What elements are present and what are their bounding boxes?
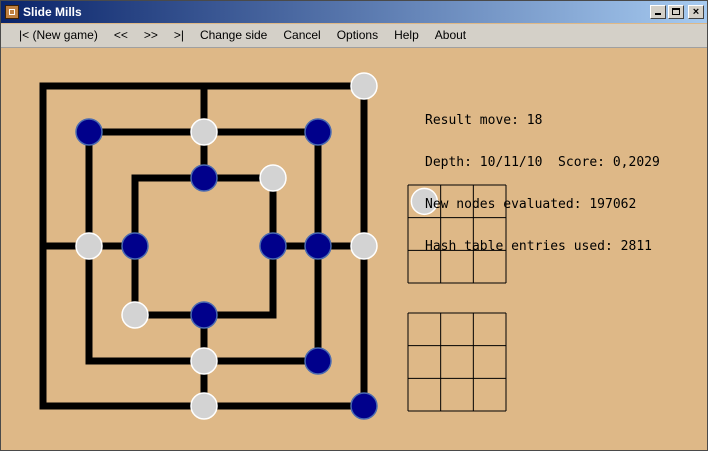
piece-white[interactable]: [190, 392, 218, 420]
nodes-evaluated: New nodes evaluated: 197062: [425, 197, 637, 212]
piece-blue[interactable]: [304, 347, 332, 375]
engine-info: Result move: 18 Depth: 10/11/10 Score: 0…: [425, 86, 660, 268]
piece-white[interactable]: [350, 72, 378, 100]
piece-blue[interactable]: [121, 232, 149, 260]
piece-white[interactable]: [350, 232, 378, 260]
piece-white[interactable]: [190, 347, 218, 375]
piece-blue[interactable]: [350, 392, 378, 420]
piece-white[interactable]: [121, 301, 149, 329]
depth-score: Depth: 10/11/10 Score: 0,2029: [425, 155, 660, 170]
piece-blue[interactable]: [190, 164, 218, 192]
piece-blue[interactable]: [259, 232, 287, 260]
result-move: Result move: 18: [425, 113, 543, 128]
piece-blue[interactable]: [304, 118, 332, 146]
piece-white[interactable]: [259, 164, 287, 192]
piece-blue[interactable]: [304, 232, 332, 260]
piece-blue[interactable]: [75, 118, 103, 146]
piece-white[interactable]: [75, 232, 103, 260]
hash-entries: Hash table entries used: 2811: [425, 239, 652, 254]
piece-white[interactable]: [190, 118, 218, 146]
piece-blue[interactable]: [190, 301, 218, 329]
